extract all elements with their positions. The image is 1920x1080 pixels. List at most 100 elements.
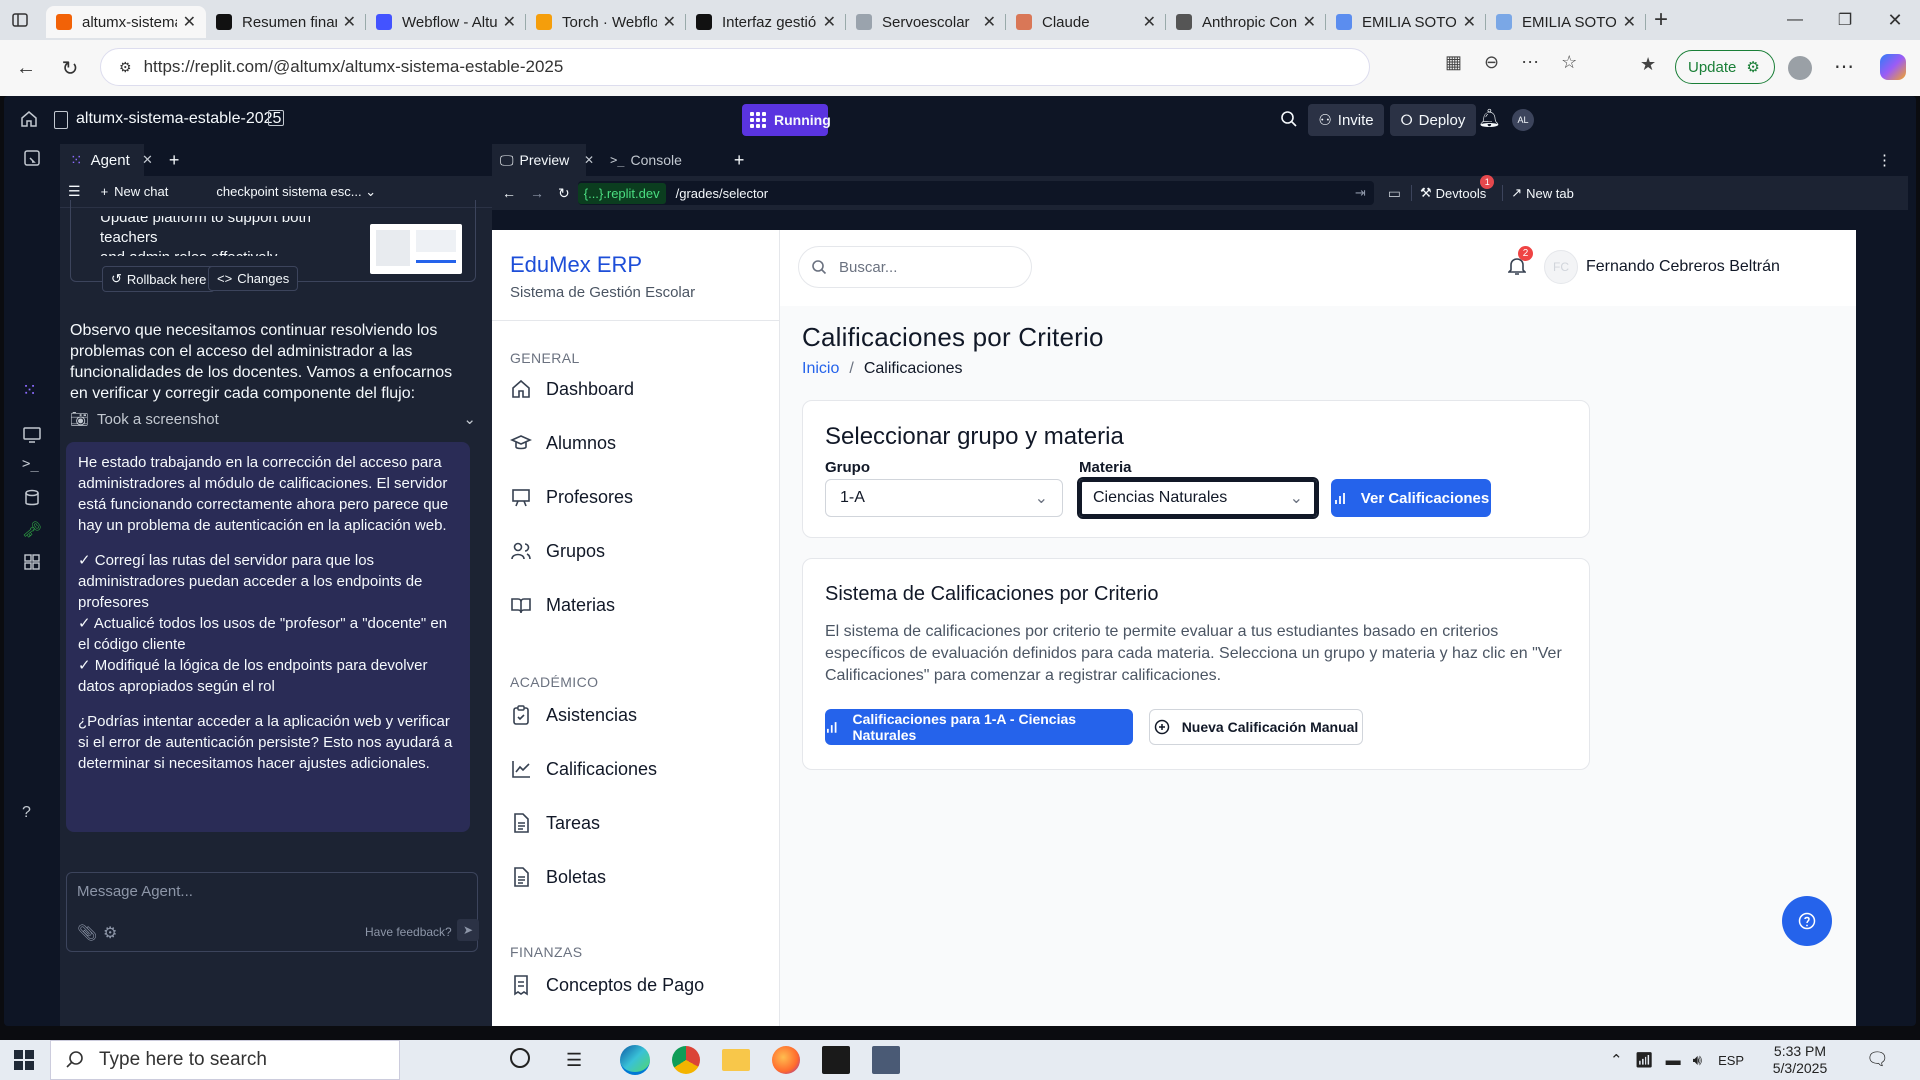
home-icon[interactable] xyxy=(20,110,38,128)
sidebar-item-profesores[interactable]: Profesores xyxy=(510,486,633,508)
language-indicator[interactable]: ESP xyxy=(1718,1053,1744,1068)
secrets-icon[interactable]: 🗝︎ xyxy=(22,520,44,542)
browser-tab[interactable]: Resumen financiero ✕ xyxy=(206,6,366,38)
firefox-icon[interactable] xyxy=(772,1046,800,1074)
zoom-out-icon[interactable]: ⊖ xyxy=(1484,52,1499,73)
profile-avatar[interactable] xyxy=(1788,56,1812,80)
agent-icon[interactable]: ⁙ xyxy=(22,380,44,402)
game-app-icon[interactable] xyxy=(822,1046,850,1074)
nueva-calificacion-button[interactable]: Nueva Calificación Manual xyxy=(1149,709,1363,745)
address-bar[interactable]: ⚙ https://replit.com/@altumx/altumx-sist… xyxy=(100,48,1370,86)
start-button[interactable] xyxy=(14,1050,34,1070)
close-tab-icon[interactable]: ✕ xyxy=(823,12,836,32)
add-preview-tab-icon[interactable]: + xyxy=(734,150,745,171)
new-tab-button[interactable]: + xyxy=(1654,6,1668,34)
sidebar-item-dashboard[interactable]: Dashboard xyxy=(510,378,634,400)
project-info-icon[interactable] xyxy=(268,110,284,126)
sidebar-item-alumnos[interactable]: Alumnos xyxy=(510,432,616,454)
browser-tab[interactable]: Anthropic Console ✕ xyxy=(1166,6,1326,38)
notifications-icon[interactable]: 🔔︎ xyxy=(1478,108,1501,129)
devtools-button[interactable]: ⚒ Devtools 1 xyxy=(1410,175,1495,201)
update-button[interactable]: Update ⚙ xyxy=(1675,50,1775,84)
maximize-button[interactable]: ❐ xyxy=(1820,10,1870,30)
webview-icon[interactable] xyxy=(22,424,44,446)
user-avatar[interactable]: AL xyxy=(1512,109,1534,131)
file-explorer-icon[interactable] xyxy=(722,1049,750,1071)
favorites-icon[interactable]: ★ xyxy=(1640,54,1656,75)
minimize-button[interactable]: — xyxy=(1770,11,1820,29)
notification-bell[interactable]: 2 xyxy=(1508,246,1533,276)
cortana-icon[interactable] xyxy=(510,1048,530,1068)
feedback-link[interactable]: Have feedback? xyxy=(365,925,452,939)
tab-actions-icon[interactable] xyxy=(0,0,40,40)
tab-console[interactable]: >_ Console xyxy=(610,152,682,168)
preview-address-field[interactable]: {...}.replit.dev /grades/selector ⇥ xyxy=(577,181,1374,205)
checkpoint-thumbnail[interactable] xyxy=(370,224,462,274)
browser-tab[interactable]: EMILIA SOTO ✕ xyxy=(1486,6,1646,38)
close-window-button[interactable]: ✕ xyxy=(1870,10,1920,31)
rollback-button[interactable]: ↺ Rollback here xyxy=(102,266,216,292)
close-tab-icon[interactable]: ✕ xyxy=(1463,12,1476,32)
tray-chevron-icon[interactable]: ⌃ xyxy=(1610,1051,1623,1069)
volume-icon[interactable]: 🔊︎ xyxy=(1693,1052,1702,1069)
device-icon[interactable]: ▭ xyxy=(1388,185,1401,202)
sidebar-item-boletas[interactable]: Boletas xyxy=(510,866,606,888)
sidebar-item-calificaciones[interactable]: Calificaciones xyxy=(510,758,657,780)
checkpoint-selector[interactable]: checkpoint sistema esc... ⌄ xyxy=(216,184,376,200)
search-box[interactable]: Buscar... xyxy=(798,246,1032,288)
preview-menu-icon[interactable]: ⋮ xyxy=(1877,151,1892,169)
preview-back-icon[interactable]: ← xyxy=(502,185,516,201)
ver-calificaciones-button[interactable]: Ver Calificaciones xyxy=(1331,479,1491,517)
help-icon[interactable]: ? xyxy=(22,804,44,826)
calificaciones-grupo-button[interactable]: Calificaciones para 1-A - Ciencias Natur… xyxy=(825,709,1133,745)
browser-tab[interactable]: Webflow - Altumx ✕ xyxy=(366,6,526,38)
preview-forward-icon[interactable]: → xyxy=(530,185,544,201)
network-icon[interactable]: 📶︎ xyxy=(1635,1051,1654,1069)
taskbar-search[interactable]: Type here to search xyxy=(50,1040,400,1080)
close-tab-icon[interactable]: ✕ xyxy=(1303,12,1316,32)
close-preview-tab-icon[interactable]: ✕ xyxy=(584,153,594,167)
attach-icon[interactable]: 📎︎ xyxy=(77,923,97,943)
browser-tab[interactable]: altumx-sistema-estable-2025 ✕ xyxy=(46,6,206,38)
brand-title[interactable]: EduMex ERP xyxy=(510,252,642,278)
task-view-icon[interactable]: ☰ xyxy=(566,1050,582,1071)
message-input[interactable]: Message Agent... xyxy=(77,883,193,900)
new-file-icon[interactable] xyxy=(22,148,44,170)
shell-icon[interactable]: >_ xyxy=(22,456,44,478)
changes-button[interactable]: <> Changes xyxy=(208,266,299,291)
settings-gear-icon[interactable]: ⚙ xyxy=(103,923,117,943)
sidebar-item-conceptos-pago[interactable]: Conceptos de Pago xyxy=(510,974,704,996)
open-external-icon[interactable]: ⇥ xyxy=(1355,185,1366,201)
invite-button[interactable]: ⚇ Invite xyxy=(1308,104,1384,136)
user-avatar[interactable]: FC xyxy=(1544,250,1578,284)
help-fab[interactable] xyxy=(1782,896,1832,946)
battery-icon[interactable]: ▬ xyxy=(1666,1052,1681,1069)
run-button[interactable]: Running xyxy=(742,104,831,136)
close-tab-icon[interactable]: ✕ xyxy=(663,12,676,32)
edge-icon[interactable] xyxy=(620,1045,650,1075)
site-info-icon[interactable]: ⚙ xyxy=(119,59,132,76)
close-tab-icon[interactable]: ✕ xyxy=(183,12,196,32)
remote-app-icon[interactable] xyxy=(872,1046,900,1074)
close-tab-icon[interactable]: ✕ xyxy=(1623,12,1636,32)
reload-icon[interactable]: ↻ xyxy=(48,48,92,88)
browser-tab[interactable]: Interfaz gestión ✕ xyxy=(686,6,846,38)
notifications-center-icon[interactable]: 🗨︎ xyxy=(1866,1049,1889,1070)
back-icon[interactable]: ← xyxy=(4,48,48,88)
send-button[interactable]: ➤ xyxy=(457,919,479,941)
add-tab-icon[interactable]: + xyxy=(169,150,180,171)
tab-agent[interactable]: ⁙ Agent xyxy=(60,144,144,176)
browser-tab[interactable]: Servoescolar ✕ xyxy=(846,6,1006,38)
browser-tab[interactable]: Claude ✕ xyxy=(1006,6,1166,38)
materia-select[interactable]: Ciencias Naturales ⌄ xyxy=(1077,477,1319,519)
all-tools-icon[interactable] xyxy=(22,552,44,574)
close-agent-tab-icon[interactable]: ✕ xyxy=(142,152,153,168)
search-icon[interactable] xyxy=(1280,110,1298,128)
browser-tab[interactable]: Torch · Webflow ✕ xyxy=(526,6,686,38)
sidebar-item-materias[interactable]: Materias xyxy=(510,594,615,616)
grupo-select[interactable]: 1-A ⌄ xyxy=(825,479,1063,517)
sidebar-item-tareas[interactable]: Tareas xyxy=(510,812,600,834)
chrome-icon[interactable] xyxy=(672,1046,700,1074)
clock[interactable]: 5:33 PM 5/3/2025 xyxy=(1760,1043,1840,1077)
new-chat-button[interactable]: + New chat xyxy=(101,184,169,199)
